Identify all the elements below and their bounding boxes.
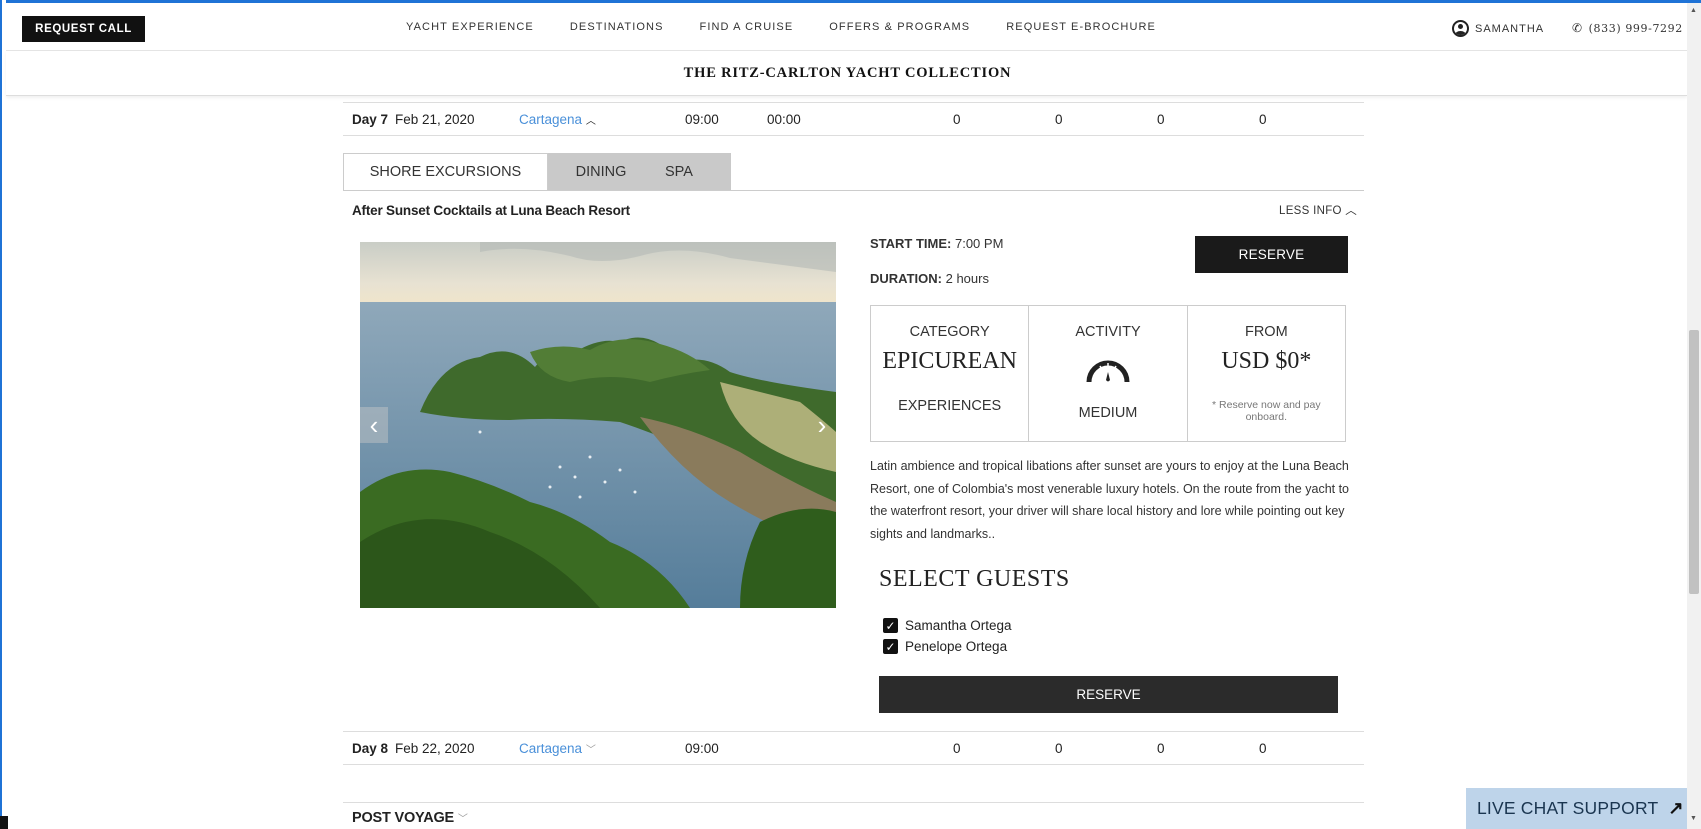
nav-yacht-experience[interactable]: YACHT EXPERIENCE [406,21,534,33]
chevron-up-icon: ︿ [1345,205,1358,217]
arrow-up-right-icon: ↗ [1668,798,1684,818]
port-link[interactable]: Cartagena ﹀ [519,741,596,756]
user-icon [1452,20,1469,37]
less-info-label: LESS INFO [1279,205,1342,217]
request-call-button[interactable]: REQUEST CALL [22,16,145,42]
excursion-description: Latin ambience and tropical libations af… [870,459,1350,541]
port-link[interactable]: Cartagena ︿ [519,112,596,127]
duration-label: DURATION: [870,271,942,286]
excursion-title: After Sunset Cocktails at Luna Beach Res… [352,203,630,218]
scrollbar-thumb[interactable] [1689,330,1699,594]
chevron-left-icon: ‹ [369,409,379,440]
user-account-link[interactable]: SAMANTHA [1452,20,1544,37]
count-col-2: 0 [1055,741,1063,756]
port-name: Cartagena [519,741,583,756]
arrive-time: 09:00 [685,741,719,756]
guest-name: Samantha Ortega [905,618,1012,633]
count-col-4: 0 [1259,741,1267,756]
less-info-toggle[interactable]: LESS INFO ︿ [1279,202,1357,218]
tab-spa[interactable]: SPA [654,153,731,190]
depart-time: 00:00 [767,112,801,127]
excursion-photo [360,242,836,608]
guest-checkbox-row[interactable]: ✓ Samantha Ortega [883,618,1012,633]
nav-destinations[interactable]: DESTINATIONS [570,21,664,33]
count-col-3: 0 [1157,741,1165,756]
price-cell: FROM USD $0* * Reserve now and pay onboa… [1188,306,1345,441]
duration: DURATION: 2 hours [870,271,989,286]
guest-name: Penelope Ortega [905,639,1008,654]
start-time-value: 7:00 PM [954,236,1004,251]
category-value: EPICUREAN [882,348,1017,374]
price-note: * Reserve now and pay onboard. [1212,399,1321,423]
start-time-label: START TIME: [870,236,952,251]
count-col-3: 0 [1157,112,1165,127]
duration-value: 2 hours [945,271,989,286]
category-cell: CATEGORY EPICUREAN EXPERIENCES [871,306,1030,441]
category-sub: EXPERIENCES [898,398,1002,414]
scroll-up-icon[interactable]: ▲ [1690,7,1697,14]
excursion-info-box: CATEGORY EPICUREAN EXPERIENCES ACTIVITY … [870,305,1346,442]
checkbox-checked-icon[interactable]: ✓ [883,618,898,633]
reserve-button[interactable]: RESERVE [1195,236,1348,273]
chevron-up-icon: ︿ [585,116,596,127]
excursion-tabs: SHORE EXCURSIONS DINING SPA [343,153,731,190]
post-voyage-divider [343,802,1364,803]
checkbox-checked-icon[interactable]: ✓ [883,639,898,654]
price-value: USD $0* [1221,348,1312,374]
chevron-down-icon: ﹀ [585,745,596,756]
carousel-prev-button[interactable]: ‹ [360,407,388,443]
tab-divider [343,190,1364,191]
count-col-2: 0 [1055,112,1063,127]
phone-icon: ✆ [1572,21,1583,35]
post-voyage-label: POST VOYAGE [352,810,455,826]
day-label: Day 8 [352,741,389,756]
scroll-down-icon[interactable]: ▼ [1690,815,1697,822]
window-corner [0,816,8,829]
day-date: Feb 21, 2020 [395,112,475,127]
from-label: FROM [1244,324,1288,340]
activity-label: ACTIVITY [1075,324,1141,340]
brand-bar: THE RITZ-CARLTON YACHT COLLECTION [6,51,1687,96]
main-nav: YACHT EXPERIENCE DESTINATIONS FIND A CRU… [406,3,1192,51]
phone-number: (833) 999-7292 [1588,21,1683,35]
guest-checkbox-row[interactable]: ✓ Penelope Ortega [883,639,1007,654]
chevron-down-icon: ﹀ [457,814,468,825]
window-left-border [0,0,6,829]
nav-find-a-cruise[interactable]: FIND A CRUISE [700,21,794,33]
activity-cell: ACTIVITY MEDIUM [1029,306,1188,441]
select-guests-title: SELECT GUESTS [879,566,1070,592]
day-label: Day 7 [352,112,389,127]
nav-offers-programs[interactable]: OFFERS & PROGRAMS [829,21,970,33]
day-date: Feb 22, 2020 [395,741,475,756]
tab-dining[interactable]: DINING [548,153,654,190]
page-scrollbar[interactable]: ▲ ▼ [1687,3,1701,829]
start-time: START TIME: 7:00 PM [870,236,1003,251]
category-label: CATEGORY [909,324,990,340]
arrive-time: 09:00 [685,112,719,127]
itinerary-row-day7: Day 7 Feb 21, 2020 Cartagena ︿ 09:00 00:… [343,102,1364,136]
gauge-icon [1086,360,1130,383]
port-name: Cartagena [519,112,583,127]
count-col-1: 0 [953,112,961,127]
post-voyage-toggle[interactable]: POST VOYAGE ﹀ [352,810,468,826]
activity-level: MEDIUM [1078,405,1138,421]
reserve-guests-button[interactable]: RESERVE [879,676,1338,713]
nav-request-ebrochure[interactable]: REQUEST E-BROCHURE [1006,21,1156,33]
count-col-1: 0 [953,741,961,756]
tab-shore-excursions[interactable]: SHORE EXCURSIONS [343,153,548,190]
user-name: SAMANTHA [1475,22,1545,35]
itinerary-row-day8: Day 8 Feb 22, 2020 Cartagena ﹀ 09:00 0 0… [343,731,1364,765]
brand-logo[interactable]: THE RITZ-CARLTON YACHT COLLECTION [684,65,1012,82]
top-navigation: REQUEST CALL YACHT EXPERIENCE DESTINATIO… [6,3,1687,51]
count-col-4: 0 [1259,112,1267,127]
live-chat-label: LIVE CHAT SUPPORT [1477,798,1659,818]
live-chat-button[interactable]: LIVE CHAT SUPPORT ↗ [1466,788,1687,829]
phone-link[interactable]: ✆ (833) 999-7292 [1572,21,1683,35]
carousel-next-button[interactable]: › [808,407,836,443]
chevron-right-icon: › [817,409,827,440]
